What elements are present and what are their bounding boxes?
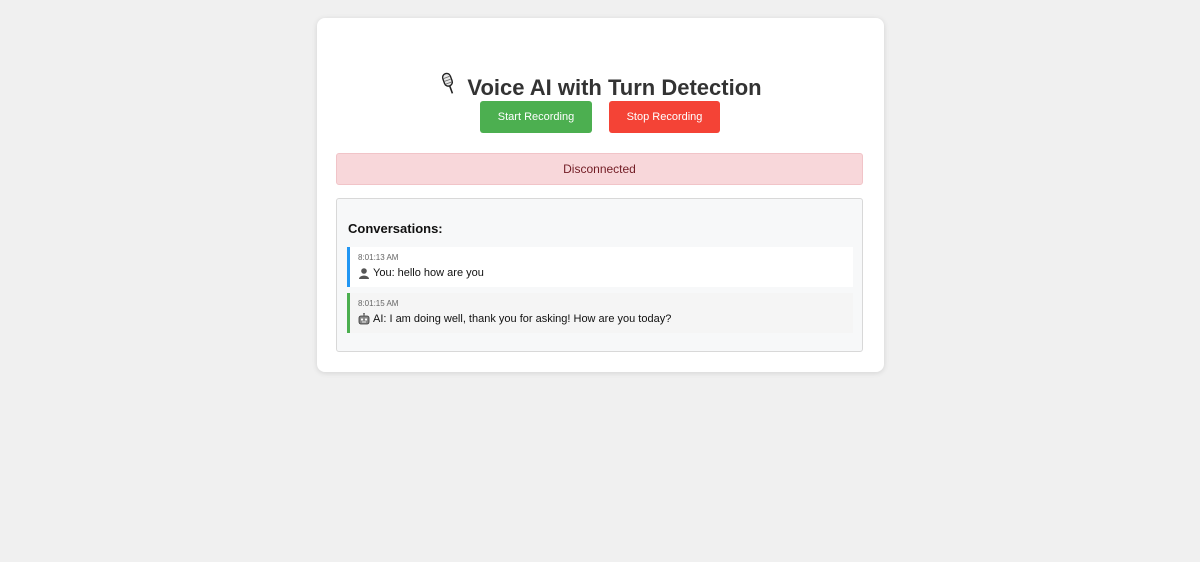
main-card: Voice AI with Turn Detection Start Recor… xyxy=(317,18,884,372)
message-text: I am doing well, thank you for asking! H… xyxy=(389,313,672,325)
connection-status-text: Disconnected xyxy=(563,162,636,176)
stop-recording-button[interactable]: Stop Recording xyxy=(609,101,720,133)
microphone-icon xyxy=(439,72,459,103)
connection-status: Disconnected xyxy=(336,153,863,185)
message-sender: You: xyxy=(373,267,395,279)
user-icon xyxy=(358,267,370,279)
conversation-heading: Conversations: xyxy=(348,221,443,236)
message-text: hello how are you xyxy=(397,267,484,279)
page-title: Voice AI with Turn Detection xyxy=(317,72,884,103)
message-item: 8:01:15 AM AI: I am doing well, thank yo… xyxy=(347,293,853,333)
start-recording-button[interactable]: Start Recording xyxy=(480,101,592,133)
message-item: 8:01:13 AM You: hello how are you xyxy=(347,247,853,287)
conversation-panel: Conversations: 8:01:13 AM You: hello how… xyxy=(336,198,863,352)
message-time: 8:01:15 AM xyxy=(358,299,399,308)
message-sender: AI: xyxy=(373,313,387,325)
robot-icon xyxy=(358,313,370,325)
page-title-text: Voice AI with Turn Detection xyxy=(467,74,762,100)
message-time: 8:01:13 AM xyxy=(358,253,399,262)
